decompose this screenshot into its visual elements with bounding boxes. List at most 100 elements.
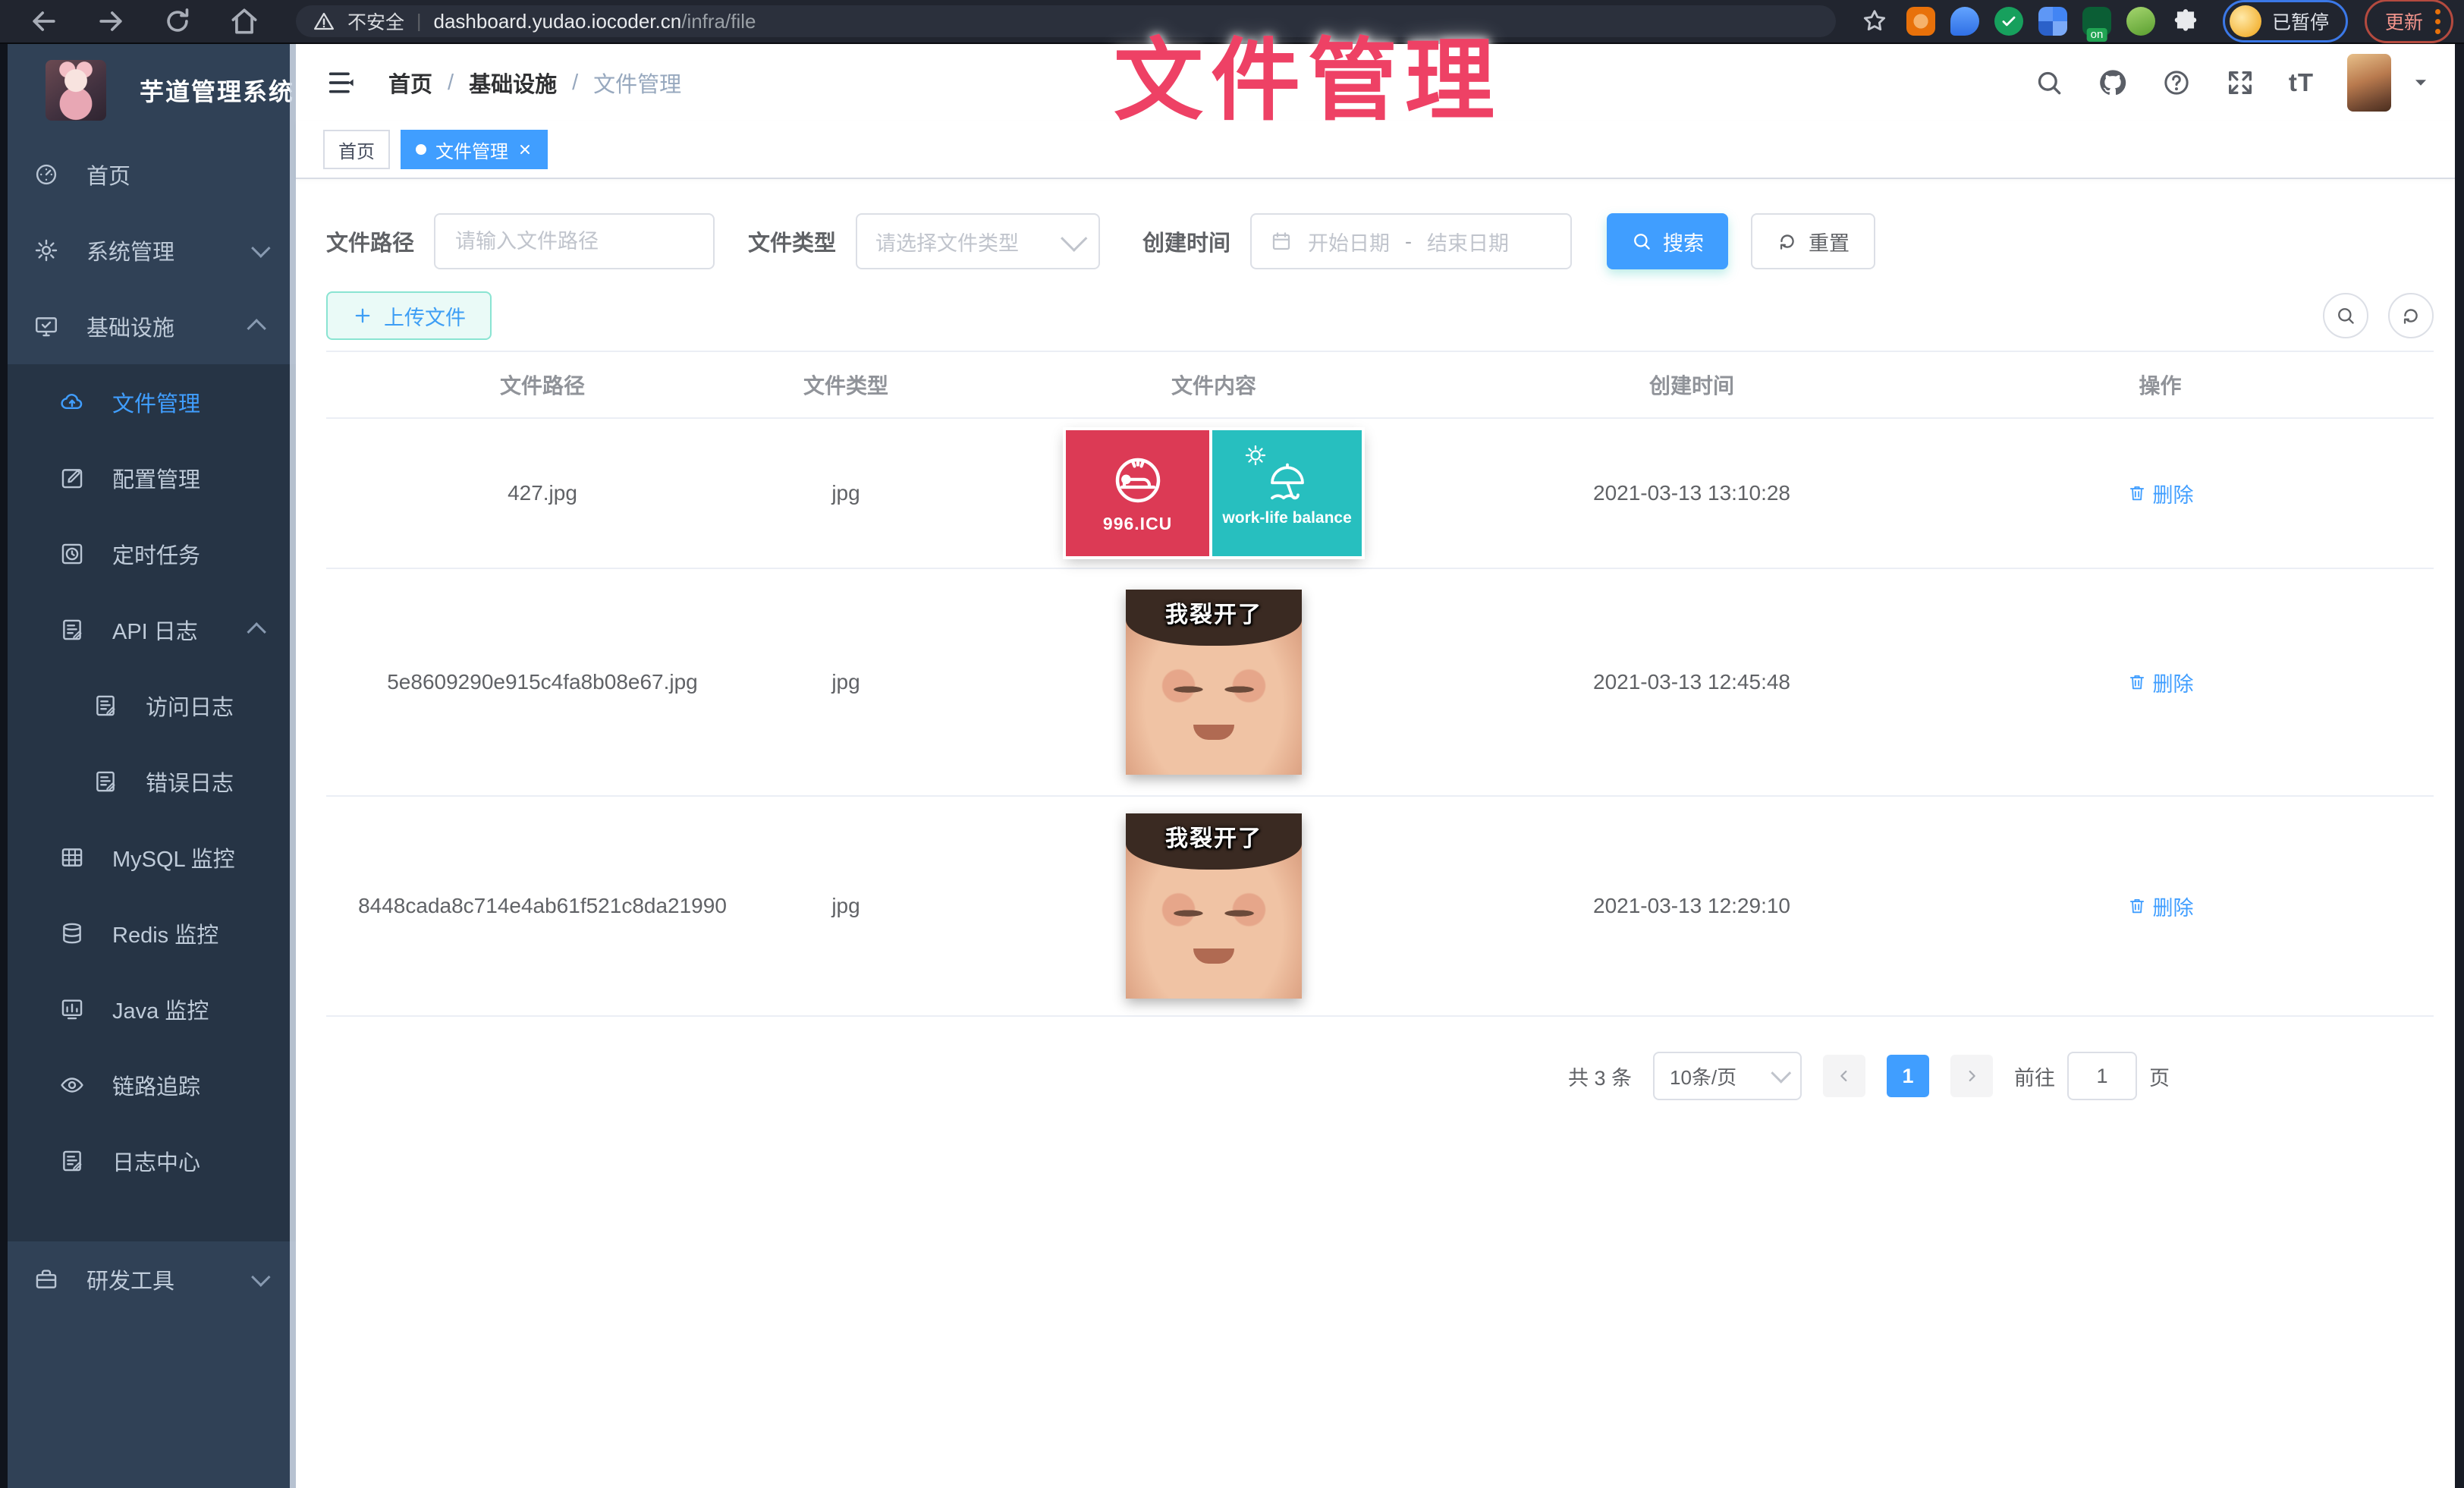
tab-label: 首页 xyxy=(338,137,375,163)
table-icon xyxy=(59,845,85,870)
url-path: /infra/file xyxy=(681,10,756,33)
file-preview-baby-meme[interactable]: 我裂开了 xyxy=(1126,590,1302,775)
sidebar-logo-row[interactable]: 芋道管理系统 xyxy=(0,44,296,137)
browser-home-icon[interactable] xyxy=(228,5,261,38)
sidebar-collapse-icon[interactable] xyxy=(323,68,358,98)
extension-icon-pin[interactable] xyxy=(1950,7,1979,36)
sidebar-item-label: 访问日志 xyxy=(146,690,266,722)
sidebar-item-label: MySQL 监控 xyxy=(112,842,266,873)
table-toolbar: 上传文件 xyxy=(326,291,2434,340)
dashboard-icon xyxy=(33,162,59,187)
search-icon[interactable] xyxy=(2034,68,2064,98)
table-header-row: 文件路径 文件类型 文件内容 创建时间 操作 xyxy=(326,351,2434,419)
breadcrumb-current: 文件管理 xyxy=(593,67,681,99)
sidebar-item-config[interactable]: 配置管理 xyxy=(0,440,296,516)
not-secure-warning-icon[interactable] xyxy=(313,10,335,33)
browser-menu-dots-icon[interactable] xyxy=(2435,9,2440,34)
caret-down-icon[interactable] xyxy=(2411,73,2431,93)
sidebar-item-label: 文件管理 xyxy=(112,386,266,418)
sidebar-item-file-management[interactable]: 文件管理 xyxy=(0,364,296,440)
fullscreen-icon[interactable] xyxy=(2225,68,2255,98)
user-avatar[interactable] xyxy=(2347,54,2391,112)
page-size-select[interactable]: 10条/页 xyxy=(1653,1052,1802,1100)
delete-button[interactable]: 删除 xyxy=(2127,479,2194,508)
breadcrumb-infra[interactable]: 基础设施 xyxy=(469,67,557,99)
file-type-label: 文件类型 xyxy=(748,225,836,257)
sidebar-item-java-monitor[interactable]: Java 监控 xyxy=(0,971,296,1047)
toggle-search-button[interactable] xyxy=(2323,293,2368,338)
sidebar-item-infra[interactable]: 基础设施 xyxy=(0,288,296,364)
browser-profile-chip[interactable]: 已暂停 xyxy=(2223,0,2348,42)
cell-file-type: jpg xyxy=(759,894,933,918)
sidebar-item-tracing[interactable]: 链路追踪 xyxy=(0,1047,296,1123)
help-icon[interactable] xyxy=(2161,68,2192,98)
current-page-button[interactable]: 1 xyxy=(1887,1055,1929,1097)
address-separator: | xyxy=(416,11,422,33)
file-preview-baby-meme[interactable]: 我裂开了 xyxy=(1126,813,1302,999)
file-type-select[interactable]: 请选择文件类型 xyxy=(856,213,1100,269)
github-icon[interactable] xyxy=(2098,68,2128,98)
extension-icon-orange[interactable] xyxy=(1906,7,1935,36)
file-preview-996-badge[interactable]: 996.ICU work-life balance xyxy=(1066,430,1362,556)
sidebar-item-label: 首页 xyxy=(86,159,266,190)
sidebar-item-home[interactable]: 首页 xyxy=(0,137,296,212)
page-url: dashboard.yudao.iocoder.cn/infra/file xyxy=(434,10,756,33)
pagination-goto: 前往 页 xyxy=(2014,1052,2170,1100)
address-bar[interactable]: 不安全 | dashboard.yudao.iocoder.cn/infra/f… xyxy=(296,5,1836,37)
sidebar-scrollbar[interactable] xyxy=(290,44,296,1488)
sidebar-item-mysql-monitor[interactable]: MySQL 监控 xyxy=(0,820,296,895)
extension-icon-green-check[interactable] xyxy=(1994,7,2023,36)
window-scrollbar-edge[interactable] xyxy=(2455,44,2464,1488)
file-path-input[interactable] xyxy=(454,229,695,254)
cell-file-content: 我裂开了 xyxy=(933,590,1494,775)
prev-page-button[interactable] xyxy=(1823,1055,1865,1097)
extension-icon-leaf[interactable] xyxy=(2126,7,2155,36)
database-icon xyxy=(59,920,85,946)
next-page-button[interactable] xyxy=(1950,1055,1993,1097)
font-size-icon[interactable]: tT xyxy=(2289,68,2314,97)
browser-reload-icon[interactable] xyxy=(161,5,194,38)
cell-created-time: 2021-03-13 12:29:10 xyxy=(1494,894,1889,918)
date-end-placeholder: 结束日期 xyxy=(1427,227,1509,256)
sidebar-item-log-center[interactable]: 日志中心 xyxy=(0,1123,296,1199)
sidebar-item-api-log[interactable]: API 日志 xyxy=(0,592,296,668)
bookmark-star-icon[interactable] xyxy=(1860,7,1889,36)
date-range-picker[interactable]: 开始日期 - 结束日期 xyxy=(1250,213,1572,269)
close-icon[interactable] xyxy=(517,142,533,157)
browser-toolbar: 不安全 | dashboard.yudao.iocoder.cn/infra/f… xyxy=(0,0,2464,44)
calendar-icon xyxy=(1270,230,1293,253)
date-separator: - xyxy=(1405,230,1412,253)
sidebar-item-redis-monitor[interactable]: Redis 监控 xyxy=(0,895,296,971)
sidebar-item-label: 链路追踪 xyxy=(112,1069,266,1101)
delete-button[interactable]: 删除 xyxy=(2127,892,2194,921)
chevron-down-icon xyxy=(251,238,270,257)
sidebar-item-dev-tools[interactable]: 研发工具 xyxy=(0,1241,296,1317)
tab-home[interactable]: 首页 xyxy=(323,130,390,169)
delete-button[interactable]: 删除 xyxy=(2127,668,2194,697)
plus-icon xyxy=(352,305,373,326)
delete-label: 删除 xyxy=(2153,668,2194,697)
upload-file-button[interactable]: 上传文件 xyxy=(326,291,492,340)
browser-back-icon[interactable] xyxy=(27,5,61,38)
reset-button[interactable]: 重置 xyxy=(1751,213,1875,269)
profile-paused-label: 已暂停 xyxy=(2272,8,2329,35)
extensions-puzzle-icon[interactable] xyxy=(2171,7,2200,36)
refresh-table-button[interactable] xyxy=(2388,293,2434,338)
sidebar-item-label: 基础设施 xyxy=(86,310,225,342)
browser-update-button[interactable]: 更新 xyxy=(2365,0,2453,43)
tags-view-bar: 首页 文件管理 xyxy=(296,121,2464,179)
cell-created-time: 2021-03-13 12:45:48 xyxy=(1494,670,1889,694)
goto-page-input[interactable] xyxy=(2067,1052,2137,1100)
browser-forward-icon[interactable] xyxy=(94,5,127,38)
sidebar-item-system[interactable]: 系统管理 xyxy=(0,212,296,288)
sidebar-item-scheduled-tasks[interactable]: 定时任务 xyxy=(0,516,296,592)
url-host: dashboard.yudao.iocoder.cn xyxy=(434,10,682,33)
tab-file-management[interactable]: 文件管理 xyxy=(401,130,548,169)
breadcrumb-home[interactable]: 首页 xyxy=(388,67,432,99)
extension-icon-switch[interactable]: on xyxy=(2082,7,2111,36)
sidebar-item-access-log[interactable]: 访问日志 xyxy=(0,668,296,744)
sidebar-item-error-log[interactable]: 错误日志 xyxy=(0,744,296,820)
search-button[interactable]: 搜索 xyxy=(1607,213,1728,269)
extension-icon-grid[interactable] xyxy=(2038,7,2067,36)
upload-button-label: 上传文件 xyxy=(384,301,466,331)
